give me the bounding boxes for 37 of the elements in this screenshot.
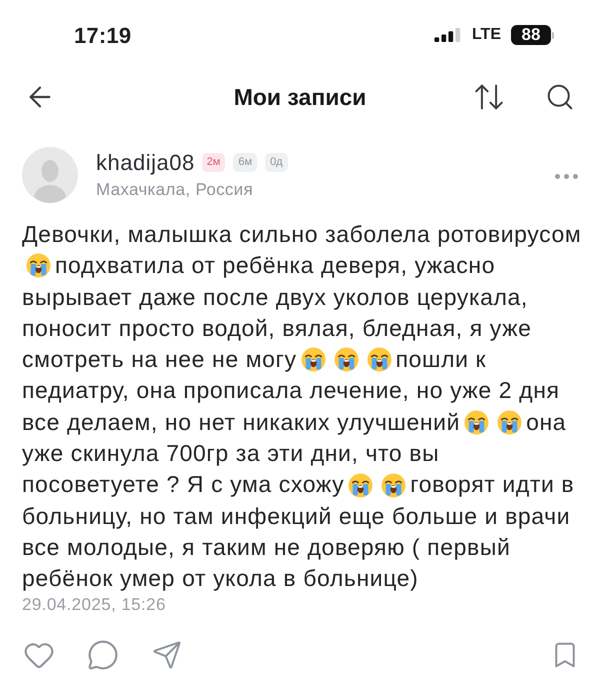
post-date: 29.04.2025, 15:26	[21, 594, 167, 615]
signal-icon	[434, 28, 462, 42]
age-tag: 2м	[202, 153, 226, 172]
post-text: подхватила от ребёнка деверя, ужасно	[55, 251, 496, 280]
age-tag: 6м	[233, 153, 258, 172]
comment-button[interactable]	[86, 638, 120, 671]
author-name[interactable]: khadija08	[96, 150, 195, 175]
post-text: педиатру, она прописала лечение, но уже 2 дня	[22, 376, 560, 406]
post-text: поносит просто водой, вялая, бледная, я уже	[22, 314, 532, 343]
crying-face-emoji-icon	[26, 253, 51, 278]
post-text: она	[526, 408, 566, 437]
post-text: все молодые, я таким не доверяю ( первый	[22, 532, 510, 562]
post-text: больницу, но там инфекций еще больше и врачи	[22, 502, 570, 531]
post-text: посоветуете ? Я с ума схожу	[22, 470, 344, 500]
crying-face-emoji-icon	[300, 347, 326, 372]
page-title: Мои записи	[234, 82, 366, 112]
crying-face-emoji-icon	[334, 347, 359, 372]
battery-level: 88	[511, 25, 551, 45]
post-text: уже скинула 700гр за эти дни, что вы	[22, 439, 440, 468]
avatar-silhouette-icon	[22, 147, 78, 203]
more-options-button[interactable]	[555, 172, 578, 180]
post-text: говорят идти в	[410, 470, 574, 500]
crying-face-emoji-icon	[464, 410, 490, 435]
post-text: ребёнок умер от укола в больнице)	[22, 564, 418, 594]
post-text: пошли к	[396, 345, 486, 374]
post-text: все делаем, но нет никаких улучшений	[22, 408, 460, 437]
post-text: вырывает даже после двух уколов церукала,	[22, 282, 528, 312]
crying-face-emoji-icon	[366, 347, 392, 372]
post-text: смотреть на нее не могу	[22, 345, 297, 374]
age-tag: 0д	[265, 153, 288, 172]
crying-face-emoji-icon	[348, 472, 374, 498]
post-text: Девочки, малышка сильно заболела ротовирусом	[22, 220, 582, 249]
crying-face-emoji-icon	[497, 410, 522, 435]
network-type: LTE	[472, 25, 501, 45]
status-time: 17:19	[74, 22, 132, 50]
author-location: Махачкала, Россия	[96, 180, 254, 200]
crying-face-emoji-icon	[381, 472, 406, 498]
